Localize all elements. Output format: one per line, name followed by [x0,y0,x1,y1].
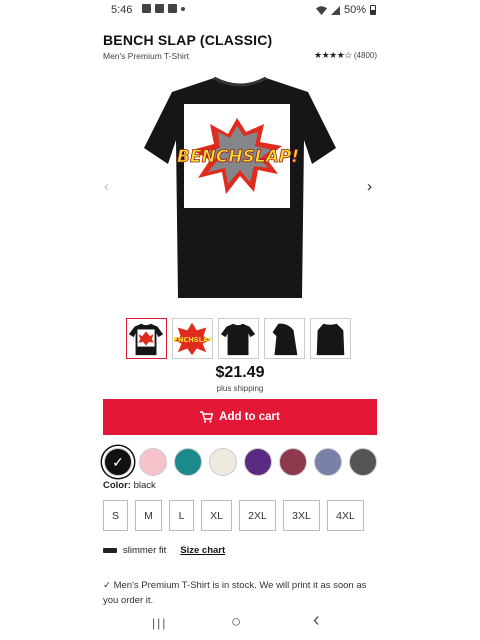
color-swatch-pink[interactable] [139,448,167,476]
recent-apps-button[interactable]: ||| [152,616,167,630]
size-option-3xl[interactable]: 3XL [283,500,320,531]
product-title: BENCH SLAP (CLASSIC) [103,32,273,48]
product-image[interactable]: BENCHSLAP! [122,66,358,308]
product-subtitle: Men's Premium T-Shirt [103,51,190,61]
thumbnail-design[interactable]: BENCHSLAP! [172,318,213,359]
status-bar: 5:46 50% [0,0,480,22]
rating[interactable]: ★★★★☆ (4800) [314,50,377,61]
check-icon: ✓ [112,453,124,470]
size-option-m[interactable]: M [135,500,162,531]
wifi-icon [315,5,327,15]
selected-color: Color: black [103,480,156,491]
shipping-note: plus shipping [216,384,264,393]
home-button[interactable]: ○ [231,612,241,632]
signal-icon [330,5,340,15]
color-swatch-burgundy[interactable] [279,448,307,476]
price: $21.49 [215,364,265,381]
facebook-icon [168,4,177,13]
color-swatch-teal[interactable] [174,448,202,476]
color-swatch-cream[interactable] [209,448,237,476]
color-swatches: ✓ [104,448,377,476]
thumbnail-side[interactable] [264,318,305,359]
thumbnail-design-text: BENCHSLAP! [173,336,212,344]
size-option-4xl[interactable]: 4XL [327,500,364,531]
status-time: 5:46 [111,4,133,16]
notification-icons [142,4,185,13]
cart-icon [200,411,214,423]
rating-count: (4800) [353,51,377,60]
size-chart-link[interactable]: Size chart [180,545,225,556]
add-to-cart-label: Add to cart [219,411,280,423]
message-icon [155,4,164,13]
add-to-cart-button[interactable]: Add to cart [103,399,377,435]
size-option-l[interactable]: L [169,500,194,531]
thumbnail-plain-front[interactable] [218,318,259,359]
gallery-icon [142,4,151,13]
battery-percent: 50% [343,4,366,16]
system-icons: 50% [315,4,376,16]
back-button[interactable]: ‹ [313,609,320,632]
fit-label: slimmer fit [123,545,167,556]
battery-icon [370,5,376,15]
stock-status: ✓ Men's Premium T-Shirt is in stock. We … [103,580,367,606]
design-text: BENCHSLAP! [177,147,299,167]
thumbnail-front[interactable] [126,318,167,359]
fit-info: slimmer fit Size chart [103,545,225,556]
more-notifications-icon [181,6,185,11]
star-rating-icon: ★★★★☆ [314,50,352,60]
system-navigation-bar: ||| ○ ‹ [0,608,480,640]
size-options: S M L XL 2XL 3XL 4XL [103,500,364,531]
color-swatch-black[interactable]: ✓ [104,448,132,476]
previous-image-button[interactable]: ‹ [104,178,109,195]
color-value: black [133,480,156,491]
size-option-2xl[interactable]: 2XL [239,500,276,531]
color-swatch-charcoal[interactable] [349,448,377,476]
next-image-button[interactable]: › [367,178,372,195]
image-thumbnails: BENCHSLAP! [126,318,351,359]
color-label: Color: [103,480,131,491]
ruler-icon [103,548,117,553]
thumbnail-back[interactable] [310,318,351,359]
size-option-s[interactable]: S [103,500,128,531]
size-option-xl[interactable]: XL [201,500,232,531]
color-swatch-purple[interactable] [244,448,272,476]
color-swatch-slate-blue[interactable] [314,448,342,476]
